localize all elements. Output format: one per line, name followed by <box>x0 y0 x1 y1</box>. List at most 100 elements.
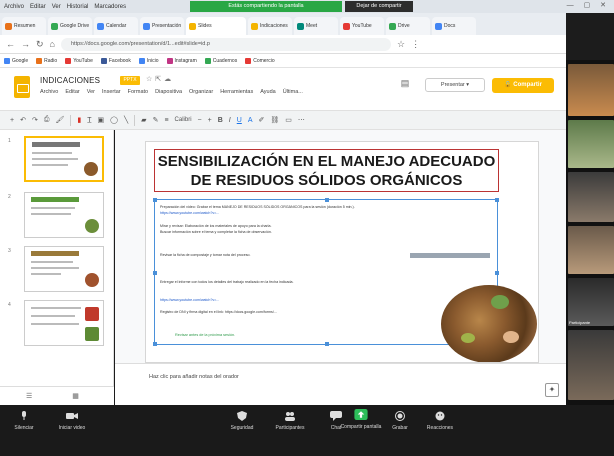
app-menu-item[interactable]: Insertar <box>102 89 121 95</box>
resize-handle[interactable] <box>495 198 499 202</box>
record-button[interactable]: Grabar <box>380 411 420 431</box>
security-button[interactable]: Seguridad <box>222 411 262 431</box>
app-menu-item[interactable]: Archivo <box>40 89 58 95</box>
border-color-icon[interactable]: ✎ <box>153 116 159 124</box>
share-button[interactable]: 🔒 Compartir <box>492 78 554 93</box>
forward-icon[interactable]: → <box>21 39 30 49</box>
link-icon[interactable]: ⛓ <box>270 116 279 124</box>
participant-video[interactable] <box>568 172 614 222</box>
browser-tab[interactable]: Slides <box>186 17 246 35</box>
participant-video[interactable] <box>568 120 614 168</box>
highlighted-link[interactable] <box>410 253 490 258</box>
star-icon[interactable]: ☆ <box>146 76 155 83</box>
font-size-increase-icon[interactable]: + <box>208 117 212 124</box>
grid-view-icon[interactable]: ▦ <box>72 392 79 400</box>
resize-handle[interactable] <box>153 342 157 346</box>
slides-logo-icon[interactable] <box>14 76 30 98</box>
undo-icon[interactable]: ↶ <box>20 116 26 124</box>
font-name[interactable]: Calibri <box>175 117 192 123</box>
browser-tab[interactable]: Drive <box>386 17 430 35</box>
resize-handle[interactable] <box>153 198 157 202</box>
browser-tab[interactable]: Docs <box>432 17 476 35</box>
move-icon[interactable]: ⇱ <box>155 76 164 83</box>
browser-tab[interactable]: Calendar <box>94 17 138 35</box>
border-weight-icon[interactable]: ≡ <box>164 117 168 124</box>
home-icon[interactable]: ⌂ <box>50 39 55 49</box>
shape-icon[interactable]: ◯ <box>110 116 118 124</box>
redo-icon[interactable]: ↷ <box>32 116 38 124</box>
participant-video[interactable] <box>568 330 614 400</box>
filmstrip-view-icon[interactable]: ☰ <box>26 392 32 400</box>
italic-icon[interactable]: I <box>229 117 231 124</box>
participant-video[interactable]: Participante <box>568 278 614 326</box>
present-button[interactable]: Presentar ▾ <box>425 78 485 92</box>
video-button[interactable]: Iniciar video <box>52 411 92 431</box>
bookmark-item[interactable]: Google <box>4 57 28 64</box>
fill-color-icon[interactable]: ▰ <box>141 116 146 124</box>
highlight-icon[interactable]: ✐ <box>258 116 264 124</box>
extensions-icon[interactable]: ⋮ <box>411 39 420 50</box>
slide-thumbnail-3[interactable] <box>24 246 104 292</box>
menu-item-bookmarks[interactable]: Marcadores <box>94 4 126 10</box>
menu-item-edit[interactable]: Editar <box>30 4 46 10</box>
browser-tab[interactable]: Presentación <box>140 17 184 35</box>
image-icon[interactable]: ▣ <box>97 116 104 124</box>
menu-item-file[interactable]: Archivo <box>4 4 24 10</box>
comment-add-icon[interactable]: ▭ <box>285 116 292 124</box>
slide-thumbnail-1[interactable] <box>24 136 104 182</box>
textbox-icon[interactable]: T̲ <box>87 117 91 124</box>
stop-share-button[interactable]: Dejar de compartir <box>345 1 413 12</box>
bold-icon[interactable]: B <box>218 117 223 124</box>
app-menu-item[interactable]: Última... <box>283 89 303 95</box>
app-menu-item[interactable]: Ver <box>87 89 95 95</box>
browser-tab[interactable]: Indicaciones <box>248 17 292 35</box>
slide-title-box[interactable]: SENSIBILIZACIÓN EN EL MANEJO ADECUADO DE… <box>154 149 499 192</box>
line-icon[interactable]: ╲ <box>124 116 128 124</box>
document-title[interactable]: INDICACIONES <box>40 76 100 85</box>
url-input[interactable]: https://docs.google.com/presentation/d/1… <box>60 37 391 51</box>
participant-video[interactable] <box>568 64 614 116</box>
bookmark-item[interactable]: YouTube <box>65 57 93 64</box>
browser-tab[interactable]: Resumen <box>2 17 46 35</box>
bookmark-item[interactable]: Radio <box>36 57 57 64</box>
mute-button[interactable]: Silenciar <box>4 411 44 431</box>
bookmark-item[interactable]: Instagram <box>166 57 197 64</box>
app-menu-item[interactable]: Formato <box>128 89 148 95</box>
resize-handle[interactable] <box>325 198 329 202</box>
explore-icon[interactable]: ✦ <box>545 383 559 397</box>
paragraph-link[interactable]: https://www.youtube.com/watch?v=... <box>160 211 490 216</box>
browser-tab[interactable]: YouTube <box>340 17 384 35</box>
font-size-decrease-icon[interactable]: − <box>198 117 202 124</box>
resize-handle[interactable] <box>495 271 499 275</box>
slide-thumbnail-4[interactable] <box>24 300 104 346</box>
participant-video[interactable] <box>568 226 614 274</box>
reload-icon[interactable]: ↻ <box>36 39 44 50</box>
select-icon[interactable]: ▮ <box>77 116 81 124</box>
browser-tab[interactable]: Google Drive <box>48 17 92 35</box>
resize-handle[interactable] <box>325 342 329 346</box>
more-icon[interactable]: ⋯ <box>298 116 305 124</box>
menu-item-view[interactable]: Ver <box>52 4 61 10</box>
share-screen-button[interactable]: Compartir pantalla <box>336 409 386 430</box>
app-menu-item[interactable]: Diapositiva <box>155 89 182 95</box>
current-slide[interactable]: SENSIBILIZACIÓN EN EL MANEJO ADECUADO DE… <box>146 142 538 362</box>
window-controls[interactable]: — ▢ ✕ <box>567 1 610 9</box>
paint-format-icon[interactable]: 🖌 <box>55 116 64 124</box>
app-menu-item[interactable]: Editar <box>65 89 79 95</box>
app-menu-item[interactable]: Herramientas <box>220 89 253 95</box>
print-icon[interactable]: ⎙ <box>44 116 50 124</box>
participants-button[interactable]: Participantes <box>270 411 310 431</box>
paragraph-link[interactable]: https://www.youtube.com/watch?v=... <box>160 298 490 303</box>
star-icon[interactable]: ☆ <box>397 39 405 50</box>
reactions-button[interactable]: Reacciones <box>420 411 460 431</box>
browser-tab[interactable]: Meet <box>294 17 338 35</box>
app-menu-item[interactable]: Organizar <box>189 89 213 95</box>
compost-photo[interactable] <box>441 285 537 362</box>
menu-item-history[interactable]: Historial <box>67 4 89 10</box>
slide-thumbnail-2[interactable] <box>24 192 104 238</box>
text-color-icon[interactable]: A <box>248 117 253 124</box>
bookmark-item[interactable]: Cuadernos <box>204 57 237 64</box>
bookmark-item[interactable]: Facebook <box>100 57 131 64</box>
bookmark-item[interactable]: Inicio <box>138 57 159 64</box>
back-icon[interactable]: ← <box>6 39 15 49</box>
